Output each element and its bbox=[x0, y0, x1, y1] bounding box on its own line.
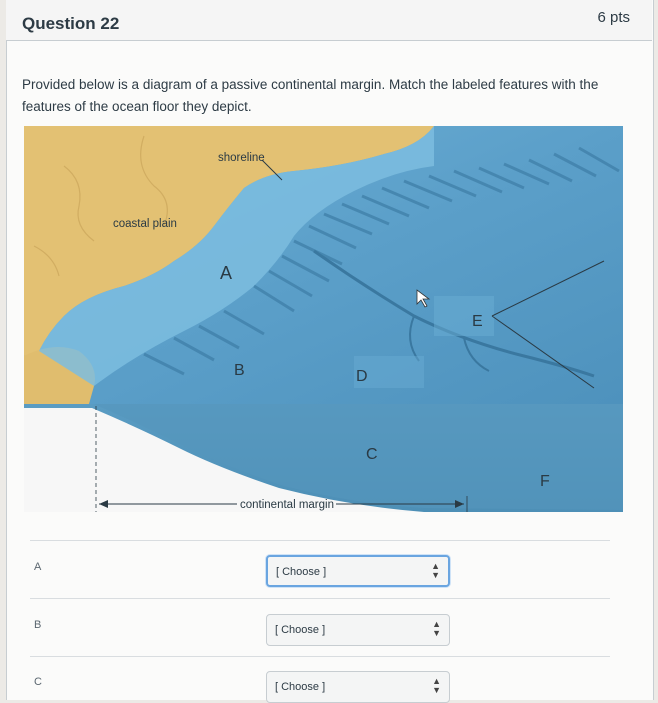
match-letter-A: A bbox=[34, 561, 42, 573]
label-shoreline: shoreline bbox=[218, 152, 265, 164]
label-F: F bbox=[540, 473, 550, 490]
label-D: D bbox=[356, 368, 368, 385]
question-points: 6 pts bbox=[597, 9, 630, 26]
row-divider bbox=[30, 598, 610, 599]
select-arrows-icon: ▲ ▼ bbox=[431, 561, 440, 580]
label-A: A bbox=[220, 263, 232, 283]
row-divider bbox=[30, 656, 610, 657]
question-header: Question 22 6 pts bbox=[6, 0, 652, 41]
label-coastal-plain: coastal plain bbox=[113, 218, 177, 230]
passive-margin-diagram: shoreline coastal plain A B D E C F cont… bbox=[24, 126, 623, 512]
select-value: [ Choose ] bbox=[276, 566, 327, 578]
match-letter-B: B bbox=[34, 619, 42, 631]
match-select-A[interactable]: [ Choose ] ▲ ▼ bbox=[266, 555, 450, 587]
match-select-B[interactable]: [ Choose ] ▲ ▼ bbox=[266, 614, 450, 646]
label-C: C bbox=[366, 446, 378, 463]
select-value: [ Choose ] bbox=[275, 624, 326, 636]
label-E: E bbox=[472, 313, 483, 330]
question-title: Question 22 bbox=[22, 14, 120, 33]
select-value: [ Choose ] bbox=[275, 681, 326, 693]
select-arrows-icon: ▲ ▼ bbox=[432, 676, 441, 695]
match-select-C[interactable]: [ Choose ] ▲ ▼ bbox=[266, 671, 450, 703]
match-letter-C: C bbox=[34, 676, 42, 688]
label-continental-margin: continental margin bbox=[240, 499, 334, 511]
question-text: Provided below is a diagram of a passive… bbox=[22, 77, 599, 114]
select-arrows-icon: ▲ ▼ bbox=[432, 619, 441, 638]
label-B: B bbox=[234, 362, 245, 379]
row-divider bbox=[30, 540, 610, 541]
